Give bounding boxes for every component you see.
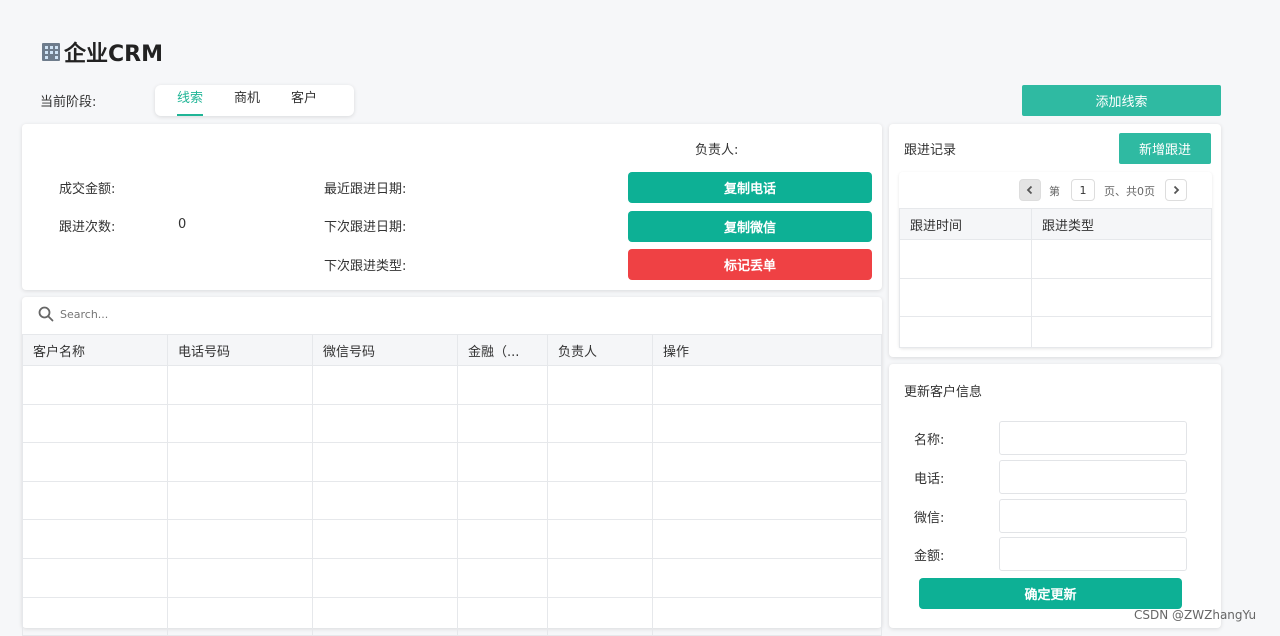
- col-phone[interactable]: 电话号码: [167, 334, 313, 366]
- wechat-field[interactable]: [999, 499, 1187, 533]
- table-row: [22, 365, 882, 405]
- search-icon: [38, 306, 54, 322]
- tab-customers[interactable]: 客户: [291, 85, 317, 116]
- follow-up-title: 跟进记录: [904, 143, 957, 158]
- next-follow-type-label: 下次跟进类型:: [324, 259, 407, 274]
- table-row: [22, 403, 882, 444]
- building-icon: [40, 41, 62, 63]
- table-row: [22, 442, 882, 482]
- name-label: 名称:: [914, 433, 945, 448]
- page-number-input[interactable]: [1071, 179, 1095, 201]
- phone-field[interactable]: [999, 460, 1187, 494]
- follow-count-value: 0: [178, 217, 187, 232]
- update-customer-title: 更新客户信息: [904, 385, 983, 400]
- add-lead-button[interactable]: 添加线索: [1022, 85, 1221, 116]
- follow-count-label: 跟进次数:: [59, 220, 116, 235]
- next-follow-date-label: 下次跟进日期:: [324, 220, 407, 235]
- col-wechat[interactable]: 微信号码: [312, 334, 458, 366]
- search-input[interactable]: [60, 305, 360, 323]
- col-follow-time[interactable]: 跟进时间: [899, 208, 1032, 240]
- col-amount[interactable]: 金融（...: [457, 334, 548, 366]
- wechat-label: 微信:: [914, 511, 945, 526]
- table-row: [899, 277, 1212, 318]
- stage-label: 当前阶段:: [40, 95, 97, 110]
- watermark: CSDN @ZWZhangYu: [1134, 608, 1257, 622]
- last-follow-date-label: 最近跟进日期:: [324, 182, 407, 197]
- chevron-left-icon: [1026, 185, 1033, 195]
- amount-label: 金额:: [914, 549, 945, 564]
- page-suffix: 页、共0页: [1104, 185, 1155, 198]
- tab-opportunities[interactable]: 商机: [234, 85, 260, 116]
- table-row: [899, 239, 1212, 279]
- owner-label: 负责人:: [695, 143, 739, 158]
- deal-amount-label: 成交金额:: [59, 182, 116, 197]
- col-customer-name[interactable]: 客户名称: [22, 334, 168, 366]
- amount-field[interactable]: [999, 537, 1187, 571]
- mark-lost-button[interactable]: 标记丢单: [628, 249, 872, 280]
- table-row: [22, 480, 882, 521]
- phone-label: 电话:: [914, 472, 945, 487]
- confirm-update-button[interactable]: 确定更新: [919, 578, 1182, 609]
- table-row: [22, 519, 882, 559]
- stage-tabs: 线索 商机 客户: [155, 85, 354, 116]
- copy-phone-button[interactable]: 复制电话: [628, 172, 872, 203]
- table-row: [899, 316, 1212, 349]
- prev-page-button[interactable]: [1019, 179, 1041, 201]
- app-title-text: 企业CRM: [64, 42, 163, 67]
- chevron-right-icon: [1173, 185, 1180, 195]
- table-row: [22, 596, 882, 636]
- col-owner[interactable]: 负责人: [547, 334, 653, 366]
- follow-up-table: 跟进时间 跟进类型: [899, 208, 1212, 349]
- col-actions[interactable]: 操作: [652, 334, 882, 366]
- app-title: 企业CRM: [40, 36, 163, 68]
- col-follow-type[interactable]: 跟进类型: [1031, 208, 1212, 240]
- table-row: [22, 557, 882, 598]
- copy-wechat-button[interactable]: 复制微信: [628, 211, 872, 242]
- customer-table: 客户名称 电话号码 微信号码 金融（... 负责人 操作: [22, 334, 882, 636]
- page-prefix: 第: [1049, 185, 1060, 198]
- tab-leads[interactable]: 线索: [177, 85, 204, 116]
- add-follow-up-button[interactable]: 新增跟进: [1119, 133, 1211, 164]
- next-page-button[interactable]: [1165, 179, 1187, 201]
- name-field[interactable]: [999, 421, 1187, 455]
